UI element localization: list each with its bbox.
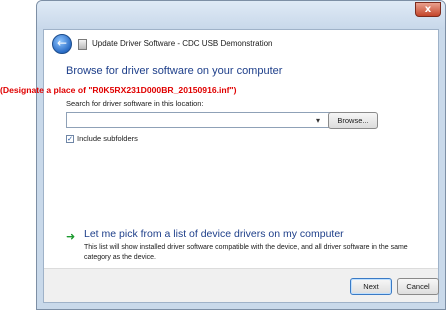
browse-button[interactable]: Browse... <box>328 112 378 129</box>
include-subfolders-label: Include subfolders <box>77 134 138 143</box>
window-title: Update Driver Software - CDC USB Demonst… <box>92 39 273 48</box>
chevron-down-icon[interactable]: ▾ <box>316 116 320 125</box>
include-subfolders-checkbox[interactable]: ✓ <box>66 135 74 143</box>
dialog-footer: Next Cancel <box>44 268 439 302</box>
next-button[interactable]: Next <box>350 278 392 295</box>
checkmark-icon: ✓ <box>67 135 73 143</box>
path-combobox[interactable] <box>66 112 338 128</box>
driver-icon <box>78 39 87 50</box>
search-location-label: Search for driver software in this locat… <box>66 99 204 108</box>
update-driver-window: x ← Update Driver Software - CDC USB Dem… <box>36 0 446 310</box>
close-button[interactable]: x <box>415 2 441 17</box>
green-arrow-icon: ➜ <box>66 230 76 243</box>
back-arrow-icon[interactable]: ← <box>52 34 72 54</box>
cancel-button[interactable]: Cancel <box>397 278 439 295</box>
page-heading: Browse for driver software on your compu… <box>66 65 283 77</box>
annotation-text: (Designate a place of "R0K5RX231D000BR_2… <box>0 85 237 95</box>
title-bar: x <box>37 1 445 29</box>
pick-from-list-link[interactable]: Let me pick from a list of device driver… <box>84 228 344 240</box>
dialog-content: ← Update Driver Software - CDC USB Demon… <box>43 29 439 303</box>
pick-description: This list will show installed driver sof… <box>84 244 408 261</box>
